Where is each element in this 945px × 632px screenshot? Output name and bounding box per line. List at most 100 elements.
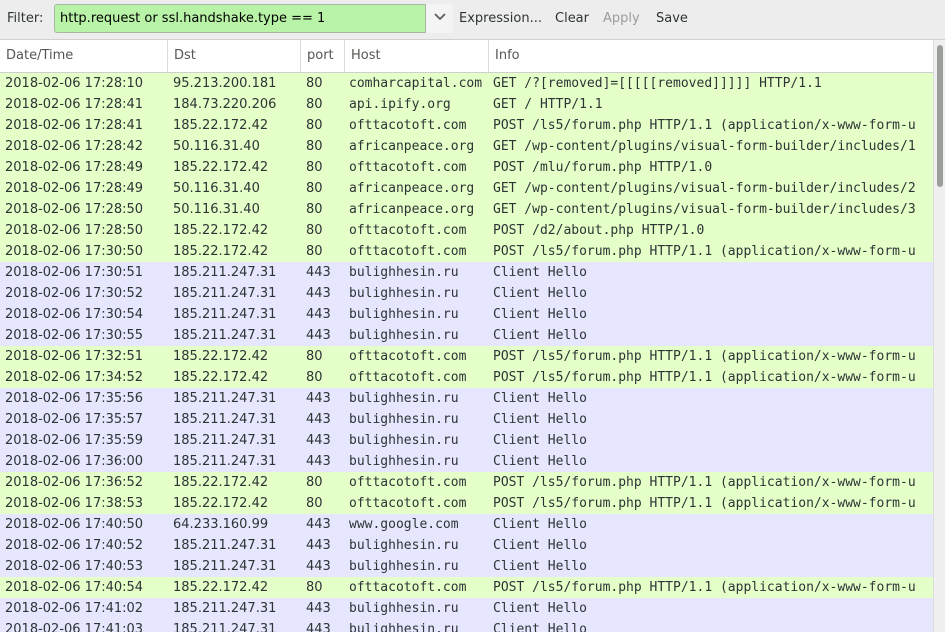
packet-time: 2018-02-06 17:28:50 (5, 202, 144, 217)
packet-row[interactable]: 2018-02-06 17:40:50 64.233.160.99 443 www.g… (0, 514, 933, 535)
packet-row[interactable]: 2018-02-06 17:41:03 185.211.247.31 443 buli… (0, 619, 933, 632)
packet-row[interactable]: 2018-02-06 17:28:42 50.116.31.40 80 african… (0, 136, 933, 157)
packet-row[interactable]: 2018-02-06 17:35:59 185.211.247.31 443 buli… (0, 430, 933, 451)
packet-info: Client Hello (493, 307, 587, 322)
packet-row[interactable]: 2018-02-06 17:28:50 50.116.31.40 80 african… (0, 199, 933, 220)
packet-port: 443 (306, 412, 331, 427)
packet-port: 80 (306, 160, 323, 175)
packet-row[interactable]: 2018-02-06 17:40:53 185.211.247.31 443 buli… (0, 556, 933, 577)
column-header-host[interactable]: Host (345, 40, 489, 72)
packet-port: 80 (306, 76, 323, 91)
packet-info: Client Hello (493, 559, 587, 574)
packet-info: Client Hello (493, 601, 587, 616)
packet-info: GET /wp-content/plugins/visual-form-buil… (493, 202, 916, 217)
vertical-scrollbar[interactable] (933, 40, 945, 632)
packet-row[interactable]: 2018-02-06 17:30:50 185.22.172.42 80 ofttac… (0, 241, 933, 262)
packet-host: ofttacotoft.com (349, 580, 467, 595)
packet-row[interactable]: 2018-02-06 17:28:41 184.73.220.206 80 api.i… (0, 94, 933, 115)
packet-host: bulighhesin.ru (349, 622, 459, 632)
packet-port: 80 (306, 97, 323, 112)
packet-row[interactable]: 2018-02-06 17:35:56 185.211.247.31 443 buli… (0, 388, 933, 409)
packet-list: 2018-02-06 17:28:10 95.213.200.181 80 comha… (0, 73, 933, 632)
column-header-info[interactable]: Info (489, 40, 933, 72)
packet-port: 443 (306, 622, 331, 632)
packet-row[interactable]: 2018-02-06 17:38:53 185.22.172.42 80 ofttac… (0, 493, 933, 514)
packet-host: bulighhesin.ru (349, 307, 459, 322)
packet-info: Client Hello (493, 538, 587, 553)
packet-time: 2018-02-06 17:36:00 (5, 454, 144, 469)
packet-host: africanpeace.org (349, 139, 475, 154)
packet-row[interactable]: 2018-02-06 17:28:49 50.116.31.40 80 african… (0, 178, 933, 199)
packet-info: Client Hello (493, 517, 587, 532)
packet-info: Client Hello (493, 391, 587, 406)
packet-port: 80 (306, 496, 323, 511)
packet-port: 443 (306, 391, 331, 406)
packet-host: bulighhesin.ru (349, 601, 459, 616)
packet-info: POST /ls5/forum.php HTTP/1.1 (applicatio… (493, 118, 916, 133)
packet-host: africanpeace.org (349, 202, 475, 217)
packet-row[interactable]: 2018-02-06 17:35:57 185.211.247.31 443 buli… (0, 409, 933, 430)
packet-time: 2018-02-06 17:28:49 (5, 160, 144, 175)
packet-row[interactable]: 2018-02-06 17:28:50 185.22.172.42 80 ofttac… (0, 220, 933, 241)
packet-host: ofttacotoft.com (349, 496, 467, 511)
packet-info: POST /ls5/forum.php HTTP/1.1 (applicatio… (493, 244, 916, 259)
packet-info: POST /ls5/forum.php HTTP/1.1 (applicatio… (493, 496, 916, 511)
packet-row[interactable]: 2018-02-06 17:30:52 185.211.247.31 443 buli… (0, 283, 933, 304)
packet-info: Client Hello (493, 286, 587, 301)
packet-row[interactable]: 2018-02-06 17:28:41 185.22.172.42 80 ofttac… (0, 115, 933, 136)
packet-time: 2018-02-06 17:28:49 (5, 181, 144, 196)
apply-button[interactable]: Apply (603, 11, 640, 26)
packet-port: 80 (306, 118, 323, 133)
packet-row[interactable]: 2018-02-06 17:30:51 185.211.247.31 443 buli… (0, 262, 933, 283)
packet-time: 2018-02-06 17:41:02 (5, 601, 144, 616)
packet-time: 2018-02-06 17:41:03 (5, 622, 144, 632)
packet-port: 443 (306, 538, 331, 553)
packet-info: GET / HTTP/1.1 (493, 97, 603, 112)
packet-row[interactable]: 2018-02-06 17:34:52 185.22.172.42 80 ofttac… (0, 367, 933, 388)
packet-time: 2018-02-06 17:40:54 (5, 580, 144, 595)
packet-info: POST /d2/about.php HTTP/1.0 (493, 223, 705, 238)
packet-info: POST /mlu/forum.php HTTP/1.0 (493, 160, 713, 175)
filter-history-dropdown[interactable] (425, 4, 453, 33)
scrollbar-thumb[interactable] (937, 45, 943, 187)
packet-row[interactable]: 2018-02-06 17:40:54 185.22.172.42 80 ofttac… (0, 577, 933, 598)
packet-row[interactable]: 2018-02-06 17:36:00 185.211.247.31 443 buli… (0, 451, 933, 472)
packet-host: ofttacotoft.com (349, 244, 467, 259)
packet-host: ofttacotoft.com (349, 370, 467, 385)
packet-port: 443 (306, 433, 331, 448)
packet-time: 2018-02-06 17:35:57 (5, 412, 144, 427)
column-header-dst[interactable]: Dst (168, 40, 301, 72)
clear-button[interactable]: Clear (555, 11, 589, 26)
column-header-datetime[interactable]: Date/Time (0, 40, 168, 72)
packet-host: www.google.com (349, 517, 459, 532)
filter-label: Filter: (7, 11, 44, 26)
packet-time: 2018-02-06 17:38:53 (5, 496, 144, 511)
packet-time: 2018-02-06 17:40:50 (5, 517, 144, 532)
packet-info: Client Hello (493, 454, 587, 469)
save-button[interactable]: Save (656, 11, 688, 26)
packet-row[interactable]: 2018-02-06 17:30:54 185.211.247.31 443 buli… (0, 304, 933, 325)
packet-row[interactable]: 2018-02-06 17:30:55 185.211.247.31 443 buli… (0, 325, 933, 346)
packet-port: 443 (306, 286, 331, 301)
expression-button[interactable]: Expression... (459, 11, 542, 26)
packet-host: ofttacotoft.com (349, 160, 467, 175)
packet-row[interactable]: 2018-02-06 17:28:10 95.213.200.181 80 comha… (0, 73, 933, 94)
packet-info: Client Hello (493, 328, 587, 343)
packet-port: 443 (306, 517, 331, 532)
packet-time: 2018-02-06 17:28:41 (5, 97, 144, 112)
packet-row[interactable]: 2018-02-06 17:32:51 185.22.172.42 80 ofttac… (0, 346, 933, 367)
packet-port: 80 (306, 370, 323, 385)
packet-row[interactable]: 2018-02-06 17:36:52 185.22.172.42 80 ofttac… (0, 472, 933, 493)
packet-info: POST /ls5/forum.php HTTP/1.1 (applicatio… (493, 475, 916, 490)
packet-host: bulighhesin.ru (349, 433, 459, 448)
packet-info: GET /?[removed]=[[[[[removed]]]]] HTTP/1… (493, 76, 822, 91)
display-filter-input[interactable] (55, 5, 428, 32)
column-header-port[interactable]: port (301, 40, 345, 72)
packet-row[interactable]: 2018-02-06 17:41:02 185.211.247.31 443 buli… (0, 598, 933, 619)
packet-time: 2018-02-06 17:30:55 (5, 328, 144, 343)
packet-time: 2018-02-06 17:36:52 (5, 475, 144, 490)
packet-row[interactable]: 2018-02-06 17:40:52 185.211.247.31 443 buli… (0, 535, 933, 556)
packet-time: 2018-02-06 17:28:42 (5, 139, 144, 154)
packet-row[interactable]: 2018-02-06 17:28:49 185.22.172.42 80 ofttac… (0, 157, 933, 178)
packet-port: 80 (306, 349, 323, 364)
